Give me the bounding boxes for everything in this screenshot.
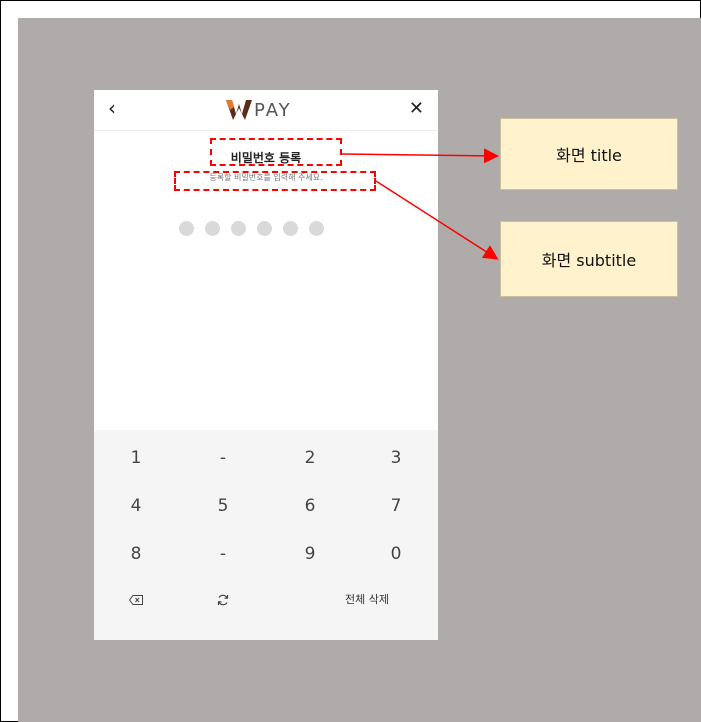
subtitle-callout: 화면 subtitle [500, 221, 678, 297]
title-arrow [341, 148, 499, 164]
subtitle-arrow [375, 180, 499, 260]
title-callout: 화면 title [500, 118, 678, 190]
annotation-arrows [341, 148, 499, 260]
